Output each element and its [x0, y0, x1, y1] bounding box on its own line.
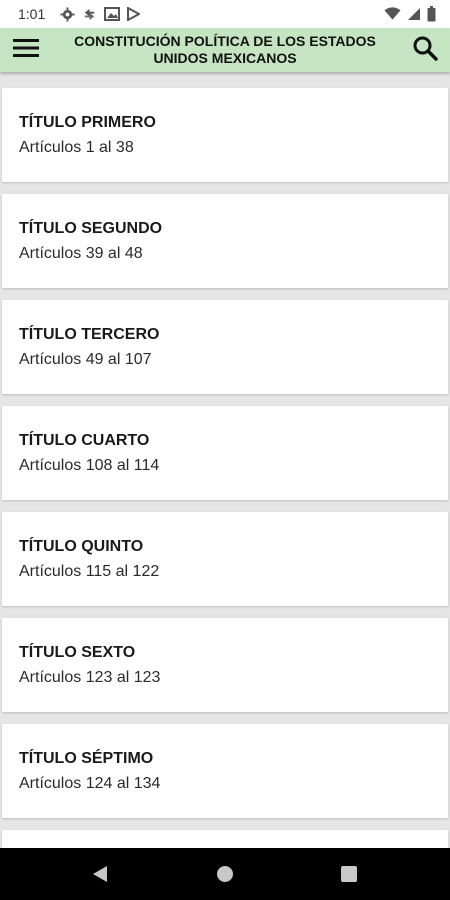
status-notification-icons [60, 6, 140, 22]
list-item-titulo-septimo[interactable]: TÍTULO SÉPTIMO Artículos 124 al 134 [2, 724, 448, 818]
list-item-title: TÍTULO TERCERO [19, 326, 160, 343]
list-item-title: TÍTULO QUINTO [19, 538, 144, 555]
list-item-articles: Artículos 49 al 107 [19, 351, 152, 368]
search-icon [412, 35, 438, 66]
list-item-articles: Artículos 39 al 48 [19, 245, 143, 262]
app-bar: CONSTITUCIÓN POLÍTICA DE LOS ESTADOS UNI… [0, 28, 450, 72]
list-item-title: TÍTULO SÉPTIMO [19, 750, 154, 767]
sync-icon [82, 7, 97, 22]
menu-button[interactable] [10, 36, 42, 64]
list-item-titulo-tercero[interactable]: TÍTULO TERCERO Artículos 49 al 107 [2, 300, 448, 394]
list-item-title: TÍTULO SEXTO [19, 644, 136, 661]
status-bar: 1:01 [0, 0, 450, 28]
system-navigation-bar [0, 848, 450, 900]
list-item-title: TÍTULO SEGUNDO [19, 220, 163, 237]
gear-icon [60, 6, 75, 22]
list-item-titulo-quinto[interactable]: TÍTULO QUINTO Artículos 115 al 122 [2, 512, 448, 606]
app-title-line-2: UNIDOS MEXICANOS [153, 50, 297, 66]
list-item-articles: Artículos 115 al 122 [19, 563, 160, 580]
recents-square-icon[interactable] [340, 865, 358, 888]
image-icon [104, 7, 120, 21]
titles-list: TÍTULO PRIMERO Artículos 1 al 38 TÍTULO … [0, 72, 450, 848]
battery-icon [427, 6, 436, 22]
list-item-articles: Artículos 108 al 114 [19, 457, 160, 474]
list-item-titulo-primero[interactable]: TÍTULO PRIMERO Artículos 1 al 38 [2, 88, 448, 182]
list-item-partial[interactable] [2, 830, 448, 848]
list-item-title: TÍTULO PRIMERO [19, 114, 156, 131]
list-item-articles: Artículos 124 al 134 [19, 775, 161, 792]
back-triangle-icon[interactable] [91, 865, 109, 888]
list-item-titulo-cuarto[interactable]: TÍTULO CUARTO Artículos 108 al 114 [2, 406, 448, 500]
list-item-articles: Artículos 1 al 38 [19, 139, 134, 156]
status-time: 1:01 [18, 6, 46, 22]
signal-icon [407, 7, 421, 21]
app-title: CONSTITUCIÓN POLÍTICA DE LOS ESTADOS UNI… [52, 33, 398, 67]
list-item-titulo-segundo[interactable]: TÍTULO SEGUNDO Artículos 39 al 48 [2, 194, 448, 288]
list-item-articles: Artículos 123 al 123 [19, 669, 161, 686]
play-store-icon [127, 7, 140, 21]
wifi-icon [384, 7, 401, 21]
hamburger-menu-icon [13, 38, 39, 63]
list-item-title: TÍTULO CUARTO [19, 432, 150, 449]
status-system-icons [384, 5, 436, 23]
app-title-line-1: CONSTITUCIÓN POLÍTICA DE LOS ESTADOS [74, 33, 376, 49]
search-button[interactable] [410, 35, 440, 65]
home-circle-icon[interactable] [216, 865, 234, 888]
list-item-titulo-sexto[interactable]: TÍTULO SEXTO Artículos 123 al 123 [2, 618, 448, 712]
